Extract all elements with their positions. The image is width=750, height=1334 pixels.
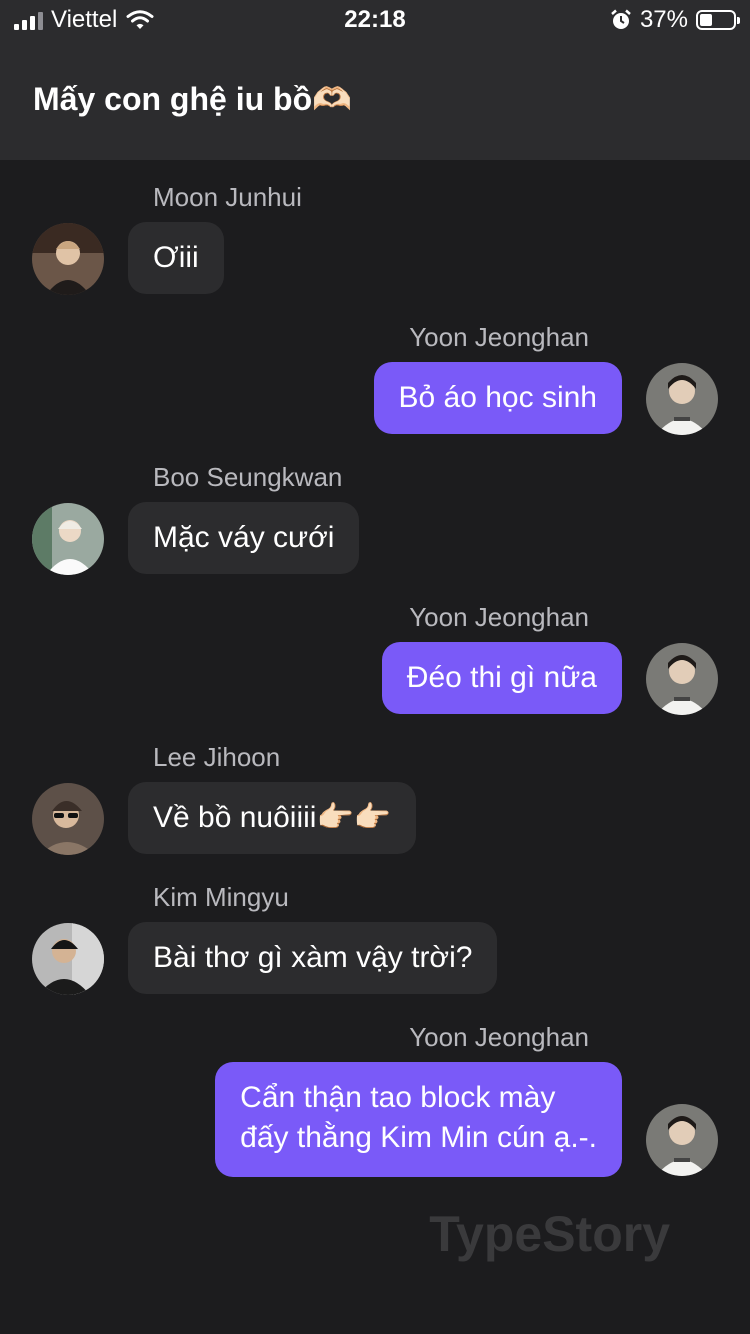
avatar[interactable]: [32, 503, 104, 575]
status-bar: Viettel 22:18 37%: [0, 0, 750, 40]
avatar[interactable]: [646, 643, 718, 715]
avatar[interactable]: [32, 923, 104, 995]
message-bubble[interactable]: Mặc váy cưới: [128, 502, 360, 574]
battery-percent: 37%: [639, 6, 688, 33]
message-bubble[interactable]: Bỏ áo học sinh: [373, 362, 622, 434]
avatar[interactable]: [32, 783, 104, 855]
sender-name: Yoon Jeonghan: [409, 602, 589, 632]
alarm-icon: [611, 9, 631, 29]
watermark: TypeStory: [429, 1206, 670, 1262]
sender-name: Kim Mingyu: [153, 882, 289, 912]
message-bubble[interactable]: Đéo thi gì nữa: [381, 642, 622, 714]
message-bubble[interactable]: Bài thơ gì xàm vậy trời?: [128, 922, 498, 994]
chat-header: Mấy con ghệ iu bồ🫶🏻: [0, 40, 750, 160]
message-line: Cẩn thận tao block mày: [240, 1081, 556, 1114]
chat-title: Mấy con ghệ iu bồ🫶🏻: [33, 81, 352, 117]
sender-name: Lee Jihoon: [153, 742, 281, 772]
avatar[interactable]: [646, 363, 718, 435]
message-line: đấy thằng Kim Min cún ạ.-.: [240, 1121, 597, 1154]
avatar[interactable]: [646, 1104, 718, 1176]
sender-name: Boo Seungkwan: [153, 462, 343, 492]
battery-icon: [696, 10, 740, 30]
message-bubble[interactable]: Về bồ nuôiiii👉🏻👉🏻: [128, 782, 417, 854]
message-bubble[interactable]: Cẩn thận tao block mày đấy thằng Kim Min…: [215, 1062, 622, 1177]
sender-name: Yoon Jeonghan: [409, 1022, 589, 1052]
status-right: 37%: [610, 6, 740, 34]
sender-name: Moon Junhui: [153, 182, 302, 212]
sender-name: Yoon Jeonghan: [409, 322, 589, 352]
message-bubble[interactable]: Ơiii: [128, 222, 224, 294]
avatar[interactable]: [32, 223, 104, 295]
